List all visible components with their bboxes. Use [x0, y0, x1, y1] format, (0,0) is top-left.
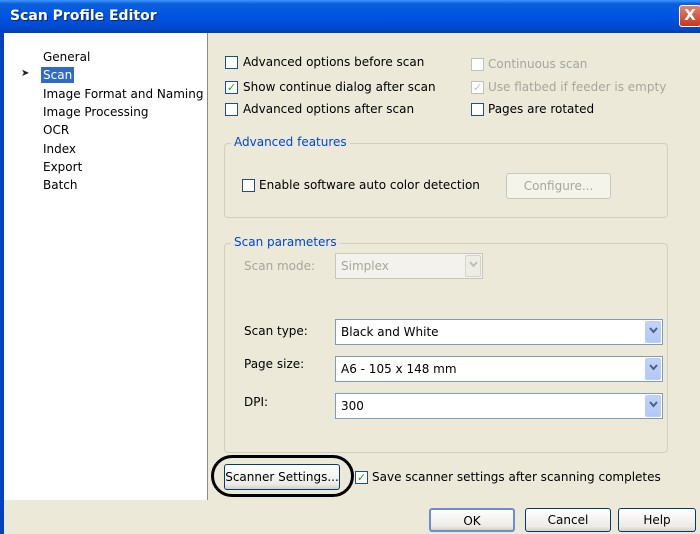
checkmark-icon: ✓ [226, 81, 237, 94]
tree-item-image-processing[interactable]: Image Processing [41, 104, 150, 120]
chevron-down-icon [645, 358, 661, 380]
checkmark-icon: ✓ [472, 81, 483, 94]
tree-item-export[interactable]: Export [41, 159, 84, 175]
chevron-down-icon [645, 395, 661, 417]
scan-type-label: Scan type: [244, 324, 308, 338]
scan-profile-editor-window: Scan Profile Editor X General ➤ Scan Ima… [0, 0, 700, 534]
window-title: Scan Profile Editor [10, 8, 157, 24]
page-size-label: Page size: [244, 357, 305, 371]
close-button[interactable]: X [679, 5, 700, 27]
tree-item-scan[interactable]: Scan [41, 67, 75, 83]
configure-button[interactable]: Configure... [506, 173, 611, 199]
advanced-features-title: Advanced features [231, 135, 350, 149]
tree-item-batch[interactable]: Batch [41, 177, 80, 193]
dpi-select[interactable]: 300 [335, 393, 663, 419]
scan-mode-label: Scan mode: [244, 259, 316, 273]
arrow-right-icon: ➤ [21, 68, 30, 79]
save-settings-checkbox[interactable]: ✓ [355, 471, 368, 484]
show-continue-checkbox[interactable]: ✓ [225, 81, 238, 94]
dpi-value: 300 [341, 399, 364, 413]
advanced-before-label: Advanced options before scan [243, 55, 425, 69]
cancel-button[interactable]: Cancel [525, 508, 611, 532]
close-icon: X [684, 6, 696, 24]
help-button[interactable]: Help [618, 508, 696, 532]
scan-mode-value: Simplex [341, 259, 389, 273]
ok-button[interactable]: OK [429, 508, 515, 532]
tree-item-index[interactable]: Index [41, 141, 78, 157]
scan-type-select[interactable]: Black and White [335, 319, 663, 345]
advanced-after-checkbox[interactable] [225, 103, 238, 116]
scan-parameters-title: Scan parameters [231, 235, 340, 249]
scanner-settings-button[interactable]: Scanner Settings... [224, 464, 340, 490]
auto-color-checkbox[interactable] [242, 179, 255, 192]
advanced-before-checkbox[interactable] [225, 56, 238, 69]
chevron-down-icon [465, 255, 481, 277]
page-size-value: A6 - 105 x 148 mm [341, 362, 457, 376]
dpi-label: DPI: [244, 395, 269, 409]
continuous-scan-checkbox[interactable] [471, 58, 484, 71]
category-tree[interactable]: General ➤ Scan Image Format and Naming I… [4, 33, 208, 500]
use-flatbed-label: Use flatbed if feeder is empty [488, 80, 667, 94]
scan-mode-select[interactable]: Simplex [335, 253, 483, 279]
title-bar[interactable]: Scan Profile Editor X [0, 0, 700, 33]
pages-rotated-label: Pages are rotated [488, 102, 595, 116]
tree-item-ocr[interactable]: OCR [41, 122, 71, 138]
tree-item-image-format[interactable]: Image Format and Naming [41, 86, 205, 102]
auto-color-label: Enable software auto color detection [259, 178, 480, 192]
pages-rotated-checkbox[interactable] [471, 103, 484, 116]
show-continue-label: Show continue dialog after scan [243, 80, 436, 94]
checkmark-icon: ✓ [356, 471, 367, 484]
page-size-select[interactable]: A6 - 105 x 148 mm [335, 356, 663, 382]
continuous-scan-label: Continuous scan [488, 57, 588, 71]
save-settings-label: Save scanner settings after scanning com… [372, 470, 661, 484]
scan-type-value: Black and White [341, 325, 439, 339]
advanced-after-label: Advanced options after scan [243, 102, 415, 116]
tree-item-general[interactable]: General [41, 49, 92, 65]
chevron-down-icon [645, 321, 661, 343]
use-flatbed-checkbox[interactable]: ✓ [471, 81, 484, 94]
